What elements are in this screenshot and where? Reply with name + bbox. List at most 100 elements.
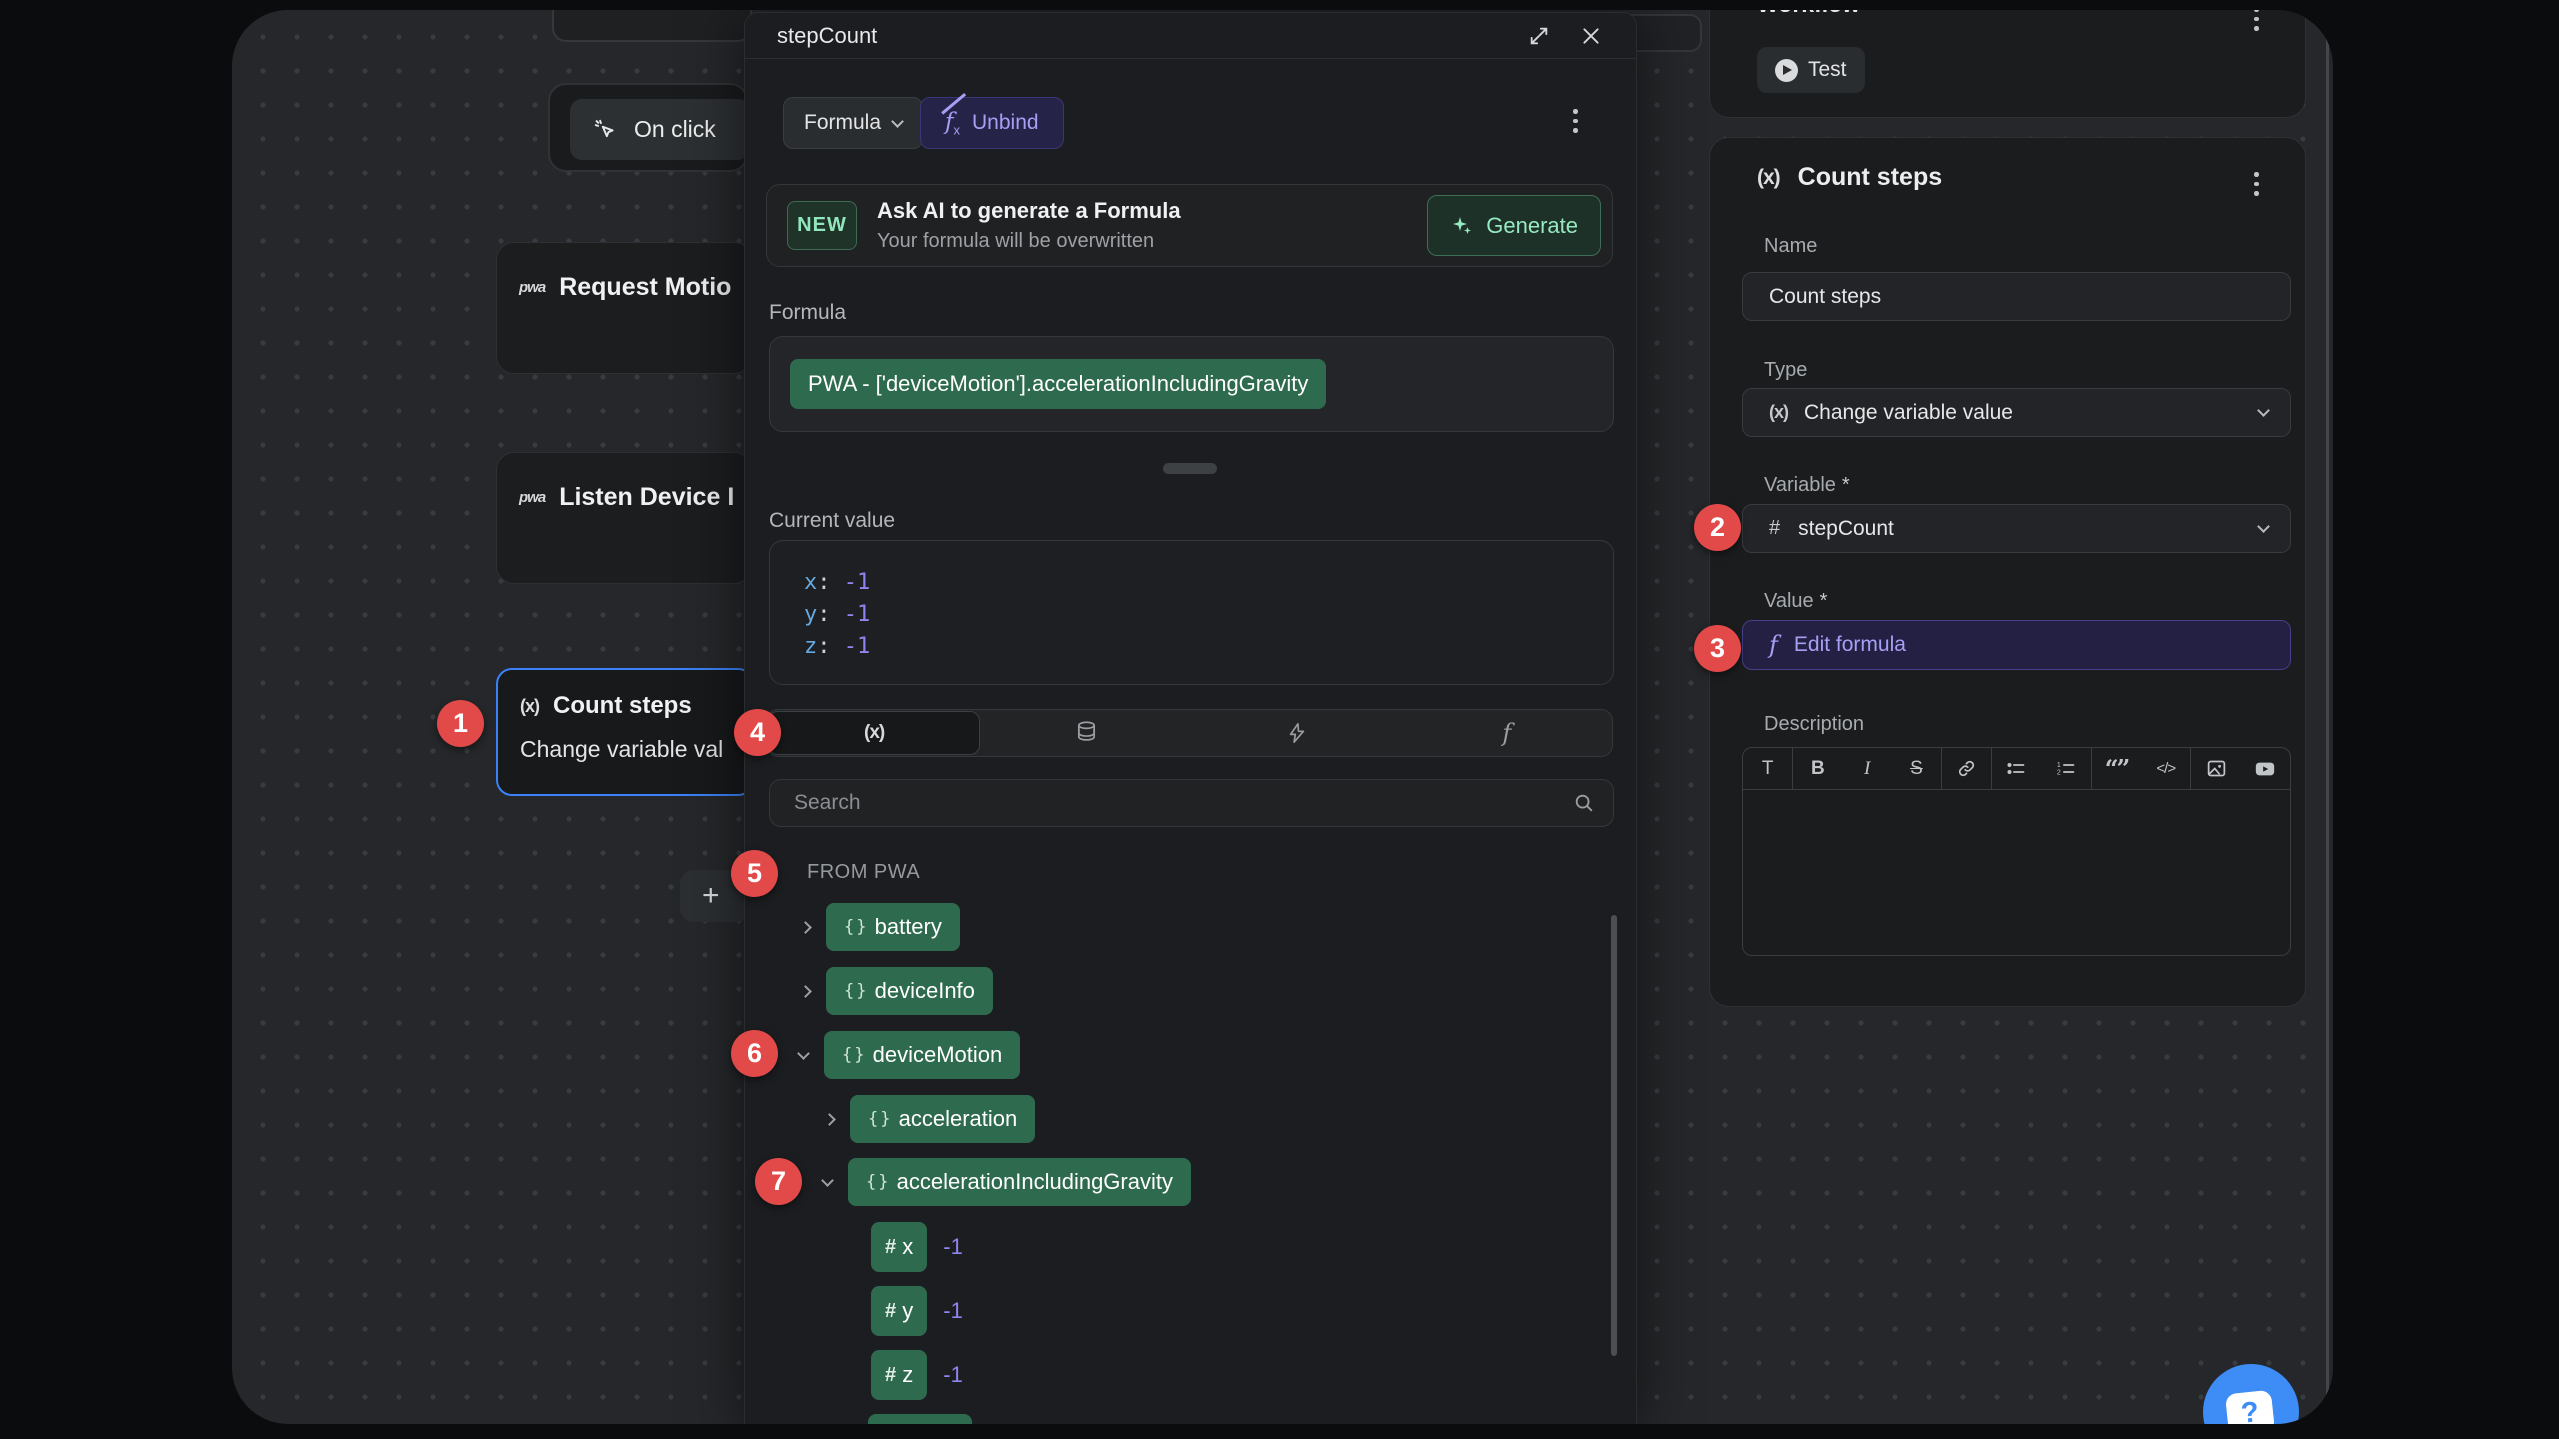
chevron-down-icon[interactable] <box>797 1047 810 1060</box>
annotation-badge-7: 7 <box>755 1158 802 1205</box>
required-asterisk: * <box>1842 474 1850 496</box>
quote-button[interactable]: “” <box>2092 748 2141 789</box>
annotation-badge-1: 1 <box>437 700 484 747</box>
tree-item-z[interactable]: # z -1 <box>871 1350 963 1400</box>
chevron-right-icon[interactable] <box>799 985 812 998</box>
video-button[interactable] <box>2241 748 2290 789</box>
tree-item-deviceinfo[interactable]: {} deviceInfo <box>801 967 993 1015</box>
generate-button[interactable]: Generate <box>1427 195 1601 256</box>
binding-type-dropdown[interactable]: Formula <box>783 97 923 149</box>
description-input[interactable] <box>1743 790 2290 956</box>
name-input[interactable] <box>1769 285 2268 309</box>
step-menu-button[interactable] <box>2248 166 2265 202</box>
formula-f-icon: f <box>1769 631 1778 659</box>
formula-field[interactable]: PWA - ['deviceMotion'].accelerationInclu… <box>769 336 1614 432</box>
strikethrough-button[interactable]: S <box>1892 748 1942 789</box>
workflow-card: Workflow Test <box>1709 10 2306 118</box>
ordered-list-button[interactable]: 1 2 <box>2042 748 2092 789</box>
edit-formula-button[interactable]: f Edit formula <box>1742 620 2291 670</box>
image-button[interactable] <box>2191 748 2240 789</box>
expand-icon <box>1528 25 1550 47</box>
tab-events[interactable] <box>1192 710 1402 756</box>
type-select[interactable]: (x) Change variable value <box>1742 388 2291 437</box>
link-icon <box>1956 758 1977 779</box>
ai-banner-subtitle: Your formula will be overwritten <box>877 230 1427 253</box>
annotation-badge-4: 4 <box>734 709 781 756</box>
tree-item-y[interactable]: # y -1 <box>871 1286 963 1336</box>
count-steps-node-selected[interactable]: (x) Count steps Change variable val <box>496 668 754 796</box>
svg-text:2: 2 <box>2057 770 2061 777</box>
search-input[interactable] <box>794 791 1573 815</box>
panel-edge-line <box>2326 10 2329 1424</box>
tree-scrollbar[interactable] <box>1611 915 1617 1356</box>
tree-item-acceleration[interactable]: {} acceleration <box>825 1095 1035 1143</box>
close-button[interactable] <box>1574 19 1608 53</box>
bold-button[interactable]: B <box>1793 748 1842 789</box>
image-icon <box>2206 758 2227 779</box>
ordered-list-icon: 1 2 <box>2056 758 2077 779</box>
tree-item-x[interactable]: # x -1 <box>871 1222 963 1272</box>
click-icon <box>592 117 618 143</box>
tree-group-label: FROM PWA <box>807 861 920 884</box>
help-button[interactable]: ? <box>2203 1364 2299 1424</box>
unbind-button[interactable]: fx Unbind <box>920 97 1064 149</box>
video-icon <box>2254 758 2276 780</box>
formula-token[interactable]: PWA - ['deviceMotion'].accelerationInclu… <box>790 359 1326 409</box>
tab-variables[interactable]: (x) <box>768 711 980 755</box>
test-workflow-button[interactable]: Test <box>1757 47 1865 93</box>
hash-icon: # <box>1769 517 1780 540</box>
value-label: Value* <box>1764 590 1827 613</box>
current-value-box: x: -1 y: -1 z: -1 <box>769 540 1614 685</box>
chevron-right-icon[interactable] <box>823 1113 836 1126</box>
resize-handle[interactable] <box>1163 463 1217 474</box>
new-badge: NEW <box>787 201 857 250</box>
variable-select[interactable]: # stepCount <box>1742 504 2291 553</box>
chevron-down-icon[interactable] <box>821 1174 834 1187</box>
popup-menu-button[interactable] <box>1567 103 1584 139</box>
text-style-button[interactable]: T <box>1743 748 1793 789</box>
ai-banner-title: Ask AI to generate a Formula <box>877 198 1427 224</box>
workflow-menu-button[interactable] <box>2248 10 2265 37</box>
play-icon <box>1775 59 1798 82</box>
count-steps-node-title: Count steps <box>553 692 692 720</box>
settings-card-header: (x) Count steps <box>1757 163 1942 192</box>
description-label: Description <box>1764 713 1864 736</box>
name-field[interactable] <box>1742 272 2291 321</box>
type-value: Change variable value <box>1804 401 2259 425</box>
search-field[interactable] <box>769 779 1614 827</box>
source-tabs: (x) f <box>766 709 1613 757</box>
code-button[interactable]: </> <box>2141 748 2191 789</box>
listen-device-node[interactable]: pwa Listen Device I <box>496 452 752 584</box>
popup-title: stepCount <box>777 23 1504 49</box>
variable-icon: (x) <box>1769 402 1788 423</box>
variable-label: Variable* <box>1764 474 1850 497</box>
annotation-badge-6: 6 <box>731 1030 778 1077</box>
request-motion-label: Request Motio <box>559 273 731 302</box>
on-click-trigger-node[interactable]: On click <box>570 99 750 160</box>
expand-button[interactable] <box>1522 19 1556 53</box>
link-button[interactable] <box>1942 748 1992 789</box>
current-value-line: y: -1 <box>804 599 1613 631</box>
tree-item-partial[interactable] <box>868 1414 972 1424</box>
plus-icon: + <box>702 879 720 913</box>
chevron-down-icon <box>2257 404 2270 417</box>
italic-button[interactable]: I <box>1843 748 1892 789</box>
tab-collections[interactable] <box>981 710 1191 756</box>
pwa-plugin-icon: pwa <box>519 279 545 296</box>
variable-icon: (x) <box>1757 166 1780 190</box>
trigger-node-container[interactable]: On click <box>548 83 748 172</box>
annotation-badge-5: 5 <box>731 850 778 897</box>
tree-item-battery[interactable]: {} battery <box>801 903 960 951</box>
bullet-list-button[interactable] <box>1992 748 2041 789</box>
rich-text-toolbar: T B I S <box>1743 748 2290 790</box>
request-motion-node[interactable]: pwa Request Motio <box>496 242 752 374</box>
chevron-right-icon[interactable] <box>799 921 812 934</box>
tree-item-accelerationincludinggravity[interactable]: {} accelerationIncludingGravity <box>823 1158 1191 1206</box>
svg-text:1: 1 <box>2057 762 2061 769</box>
tab-formulas[interactable]: f <box>1402 710 1612 756</box>
annotation-badge-2: 2 <box>1694 504 1741 551</box>
help-icon: ? <box>2225 1390 2275 1424</box>
tree-item-devicemotion[interactable]: {} deviceMotion <box>799 1031 1020 1079</box>
canvas-node-partial-top[interactable] <box>552 10 752 42</box>
formula-label: Formula <box>769 301 846 325</box>
